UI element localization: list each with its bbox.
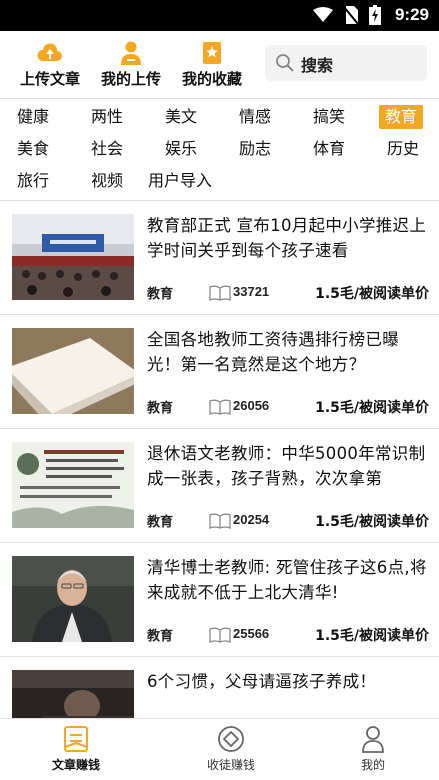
nav-article-earn-label: 文章赚钱: [51, 758, 100, 772]
cloud-upload-icon: [37, 43, 62, 61]
article-tag: 教育: [147, 401, 174, 416]
nav-me-label: 我的: [360, 758, 385, 772]
article-item[interactable]: 教育部正式 宣布10月起中小学推迟上学时间关乎到每个孩子速看 教育 33721 …: [0, 201, 439, 315]
upload-article-label: 上传文章: [19, 70, 80, 88]
top-toolbar: 上传文章 我的上传 我的收藏 搜索: [0, 31, 439, 97]
article-item[interactable]: 清华博士老教师: 死管住孩子这6点,将来成就不低于上北大清华! 教育 25566…: [0, 543, 439, 657]
search-icon: [276, 54, 294, 72]
article-tag: 教育: [147, 515, 174, 530]
article-read-count: 25566: [233, 626, 270, 641]
status-bar: 9:29: [0, 0, 439, 31]
user-icon: [121, 41, 141, 65]
article-price: 1.5毛/被阅读单价: [315, 286, 429, 302]
category-tab-society[interactable]: 社会: [91, 137, 123, 161]
article-title: 教育部正式 宣布10月起中小学推迟上学时间关乎到每个孩子速看: [147, 216, 427, 260]
wifi-icon: [312, 7, 333, 22]
status-time: 9:29: [394, 5, 429, 24]
category-tab-essay[interactable]: 美文: [165, 105, 197, 129]
book-icon: [209, 513, 231, 529]
article-title: 清华博士老教师: 死管住孩子这6点,将来成就不低于上北大清华!: [147, 558, 427, 602]
nav-article-earn[interactable]: 文章赚钱: [31, 725, 121, 773]
book-icon: [209, 285, 231, 301]
article-read-count: 20254: [233, 512, 270, 527]
book-icon: [209, 627, 231, 643]
my-uploads-label: 我的上传: [100, 70, 161, 88]
category-tab-inspiration[interactable]: 励志: [239, 137, 271, 161]
nav-me[interactable]: 我的: [328, 725, 418, 773]
article-title: 6个习惯，父母请逼孩子养成！: [147, 672, 377, 691]
category-tab-video[interactable]: 视频: [91, 169, 123, 193]
battery-charging-icon: [368, 5, 381, 25]
search-box[interactable]: 搜索: [265, 45, 427, 81]
bottom-navigation: 文章赚钱 收徒赚钱 我的: [0, 718, 439, 780]
article-price: 1.5毛/被阅读单价: [315, 514, 429, 530]
article-price: 1.5毛/被阅读单价: [315, 400, 429, 416]
article-tag: 教育: [147, 629, 174, 644]
article-title: 退休语文老教师：中华5000年常识制成一张表，孩子背熟，次次拿第: [147, 444, 426, 488]
category-tab-health[interactable]: 健康: [17, 105, 49, 129]
article-meta: 教育 33721 1.5毛/被阅读单价: [147, 283, 429, 303]
bookmark-star-icon: [203, 42, 221, 64]
category-tab-funny[interactable]: 搞笑: [313, 105, 345, 129]
book-icon: [209, 399, 231, 415]
profile-icon: [362, 726, 384, 753]
category-tab-user-import[interactable]: 用户导入: [148, 169, 212, 193]
nav-invite-earn-label: 收徒赚钱: [206, 758, 255, 772]
category-tab-gender[interactable]: 两性: [91, 105, 123, 129]
category-tab-history[interactable]: 历史: [387, 137, 419, 161]
article-read-count: 26056: [233, 398, 270, 413]
article-meta: 教育 20254 1.5毛/被阅读单价: [147, 511, 429, 531]
upload-article-button[interactable]: 上传文章: [10, 40, 90, 89]
my-uploads-button[interactable]: 我的上传: [91, 40, 171, 89]
article-thumbnail: [12, 442, 134, 528]
category-tab-sports[interactable]: 体育: [313, 137, 345, 161]
category-tab-emotion[interactable]: 情感: [239, 105, 271, 129]
category-tab-entertainment[interactable]: 娱乐: [165, 137, 197, 161]
article-item[interactable]: 全国各地教师工资待遇排行榜已曝光！第一名竟然是这个地方？ 教育 26056 1.…: [0, 315, 439, 429]
my-favorites-button[interactable]: 我的收藏: [172, 40, 252, 89]
article-read-count: 33721: [233, 284, 270, 299]
article-thumbnail: [12, 328, 134, 414]
my-favorites-label: 我的收藏: [181, 70, 242, 88]
article-thumbnail: [12, 556, 134, 642]
diamond-icon: [218, 726, 244, 752]
category-tab-travel[interactable]: 旅行: [17, 169, 49, 193]
article-price: 1.5毛/被阅读单价: [315, 628, 429, 644]
article-meta: 教育 26056 1.5毛/被阅读单价: [147, 397, 429, 417]
article-item[interactable]: 退休语文老教师：中华5000年常识制成一张表，孩子背熟，次次拿第 教育 2025…: [0, 429, 439, 543]
nav-invite-earn[interactable]: 收徒赚钱: [186, 725, 276, 773]
search-placeholder: 搜索: [301, 56, 334, 75]
article-title: 全国各地教师工资待遇排行榜已曝光！第一名竟然是这个地方？: [147, 330, 399, 374]
article-tag: 教育: [147, 287, 174, 302]
article-thumbnail: [12, 214, 134, 300]
category-tab-education[interactable]: 教育: [379, 105, 424, 129]
article-meta: 教育 25566 1.5毛/被阅读单价: [147, 625, 429, 645]
article-icon: [64, 726, 88, 752]
category-tabs: 健康 两性 美文 情感 搞笑 教育 美食 社会 娱乐 励志 体育 历史 旅行 视…: [0, 99, 439, 200]
no-sim-icon: [343, 6, 359, 25]
category-tab-food[interactable]: 美食: [17, 137, 49, 161]
